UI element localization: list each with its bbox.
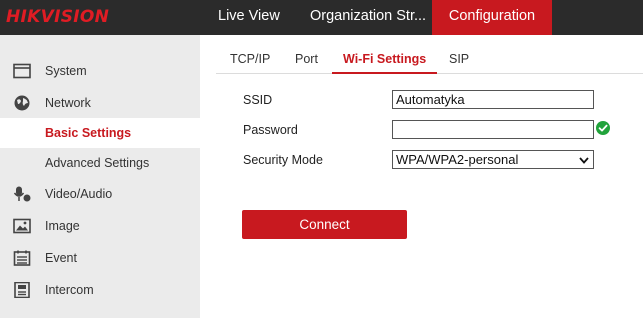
monitor-icon <box>13 63 31 79</box>
sidebar-item-label: Basic Settings <box>45 126 132 140</box>
sidebar-item-label: Advanced Settings <box>45 156 150 170</box>
sidebar: System Network Basic Settings Advanced S… <box>0 35 200 318</box>
hikvision-logo: HIKVISION <box>6 7 110 27</box>
tab-tcp-ip[interactable]: TCP/IP <box>230 45 270 74</box>
tab-port[interactable]: Port <box>295 45 318 74</box>
sidebar-item-label: Intercom <box>45 283 94 297</box>
ssid-input[interactable] <box>392 90 594 109</box>
sidebar-item-label: Event <box>45 251 77 265</box>
globe-icon <box>14 95 30 111</box>
sidebar-item-event[interactable]: Event <box>0 243 200 273</box>
tab-sip[interactable]: SIP <box>449 45 469 74</box>
security-mode-value: WPA/WPA2-personal <box>396 152 519 167</box>
nav-live-view[interactable]: Live View <box>218 0 296 35</box>
sidebar-item-network[interactable]: Network <box>0 88 200 118</box>
settings-tabs: TCP/IP Port Wi-Fi Settings SIP <box>216 45 643 74</box>
top-navigation-bar: HIKVISION Live View Organization Str... … <box>0 0 643 35</box>
sidebar-item-image[interactable]: Image <box>0 211 200 241</box>
intercom-icon <box>14 282 30 298</box>
sidebar-item-basic-settings[interactable]: Basic Settings <box>0 118 200 148</box>
image-icon <box>13 218 31 234</box>
nav-configuration[interactable]: Configuration <box>432 0 552 35</box>
ssid-label: SSID <box>243 93 273 107</box>
security-mode-label: Security Mode <box>243 153 323 167</box>
sidebar-item-label: Video/Audio <box>45 187 113 201</box>
password-label: Password <box>243 123 298 137</box>
security-mode-select[interactable]: WPA/WPA2-personal <box>392 150 594 169</box>
password-input[interactable] <box>392 120 594 139</box>
sidebar-item-system[interactable]: System <box>0 56 200 86</box>
microphone-icon <box>13 186 31 202</box>
sidebar-item-intercom[interactable]: Intercom <box>0 275 200 305</box>
sidebar-item-label: Image <box>45 219 80 233</box>
chevron-down-icon <box>579 157 589 164</box>
sidebar-item-label: Network <box>45 96 91 110</box>
sidebar-item-advanced-settings[interactable]: Advanced Settings <box>0 148 200 178</box>
connect-button[interactable]: Connect <box>242 210 407 239</box>
sidebar-item-label: System <box>45 64 87 78</box>
nav-organization-structure[interactable]: Organization Str... <box>310 0 426 35</box>
calendar-icon <box>13 250 31 266</box>
tab-wifi-settings[interactable]: Wi-Fi Settings <box>332 45 438 74</box>
check-circle-icon <box>596 121 610 135</box>
sidebar-item-video-audio[interactable]: Video/Audio <box>0 179 200 209</box>
